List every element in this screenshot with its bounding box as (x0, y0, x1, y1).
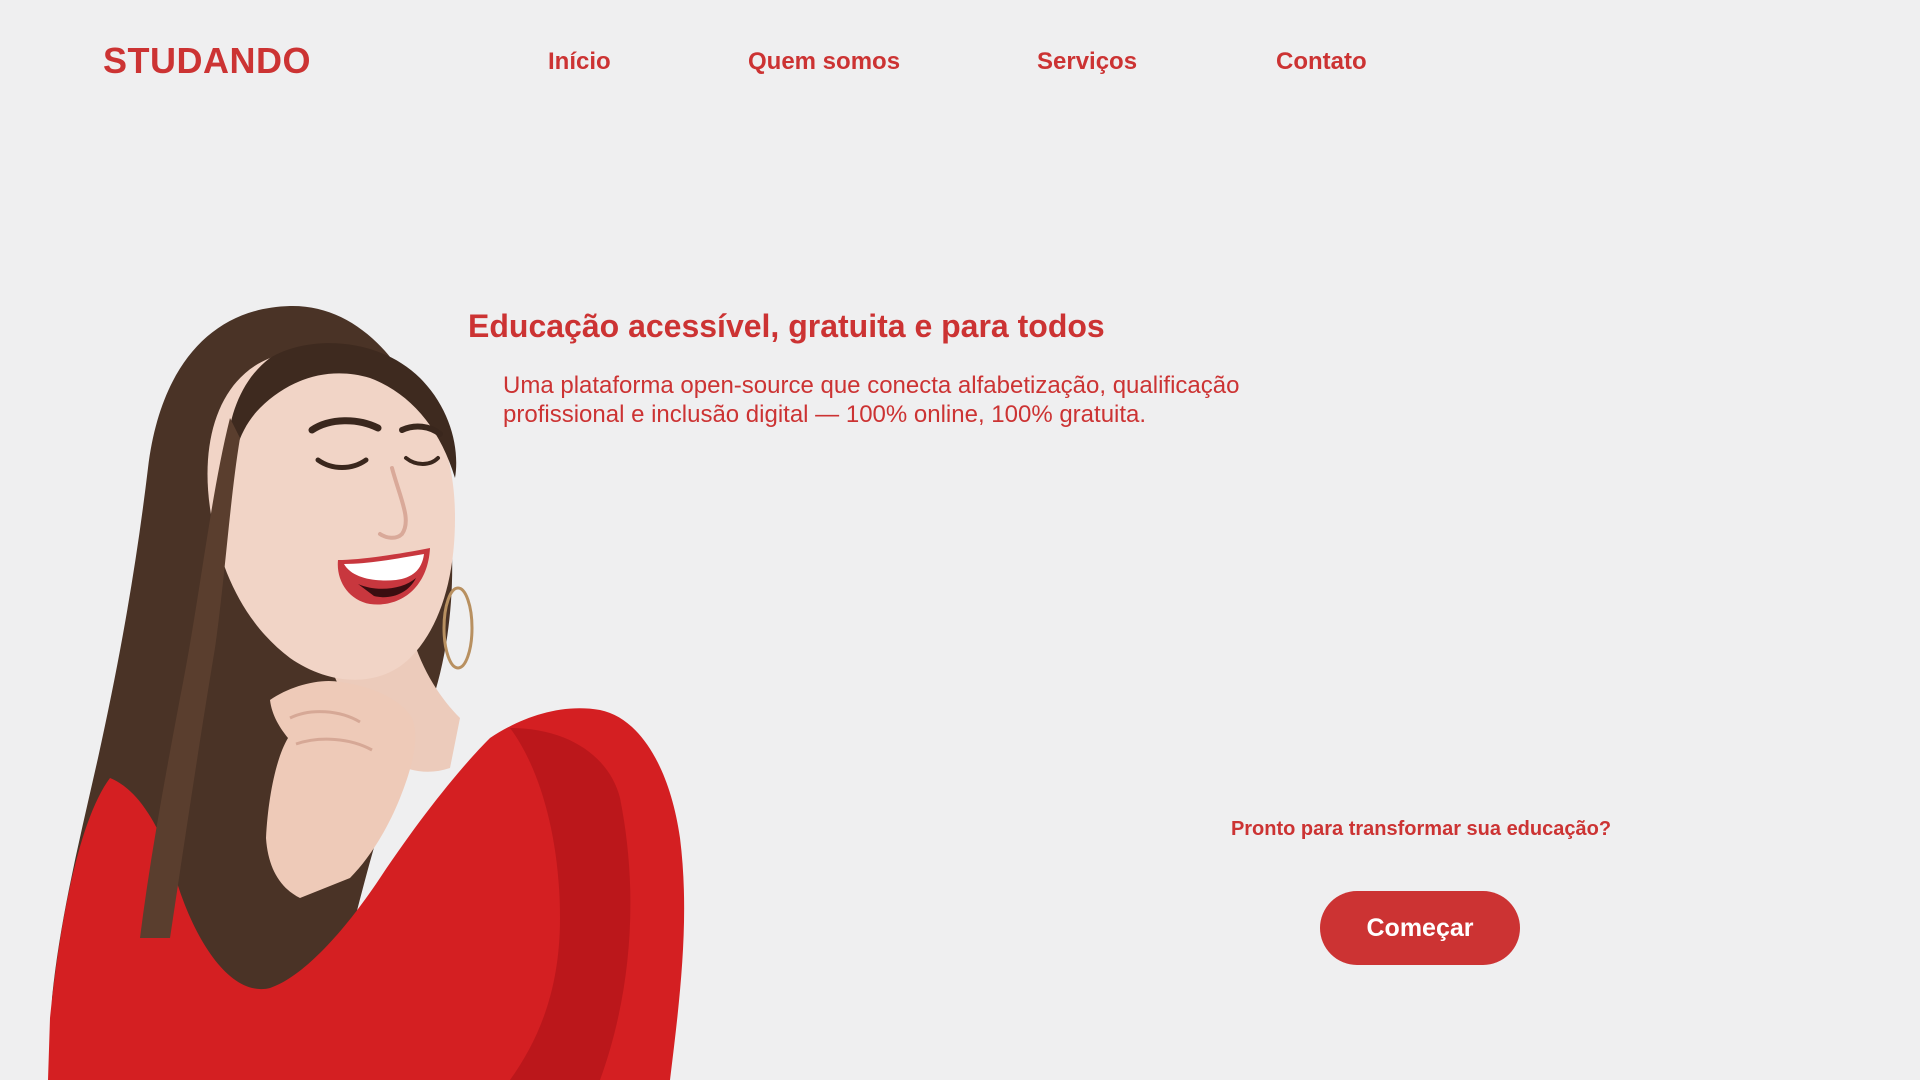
hero-title: Educação acessível, gratuita e para todo… (468, 308, 1105, 344)
start-button[interactable]: Começar (1320, 891, 1520, 965)
nav-link-contato[interactable]: Contato (1276, 48, 1367, 76)
nav-link-servicos[interactable]: Serviços (1037, 48, 1137, 76)
cta-prompt: Pronto para transformar sua educação? (1230, 818, 1612, 840)
hero-description: Uma plataforma open-source que conecta a… (503, 372, 1240, 428)
nav-link-quem-somos[interactable]: Quem somos (748, 48, 900, 76)
landing-page: STUDANDO Início Quem somos Serviços Cont… (0, 0, 1920, 1080)
nav-link-inicio[interactable]: Início (548, 48, 611, 76)
site-logo[interactable]: STUDANDO (103, 40, 311, 82)
